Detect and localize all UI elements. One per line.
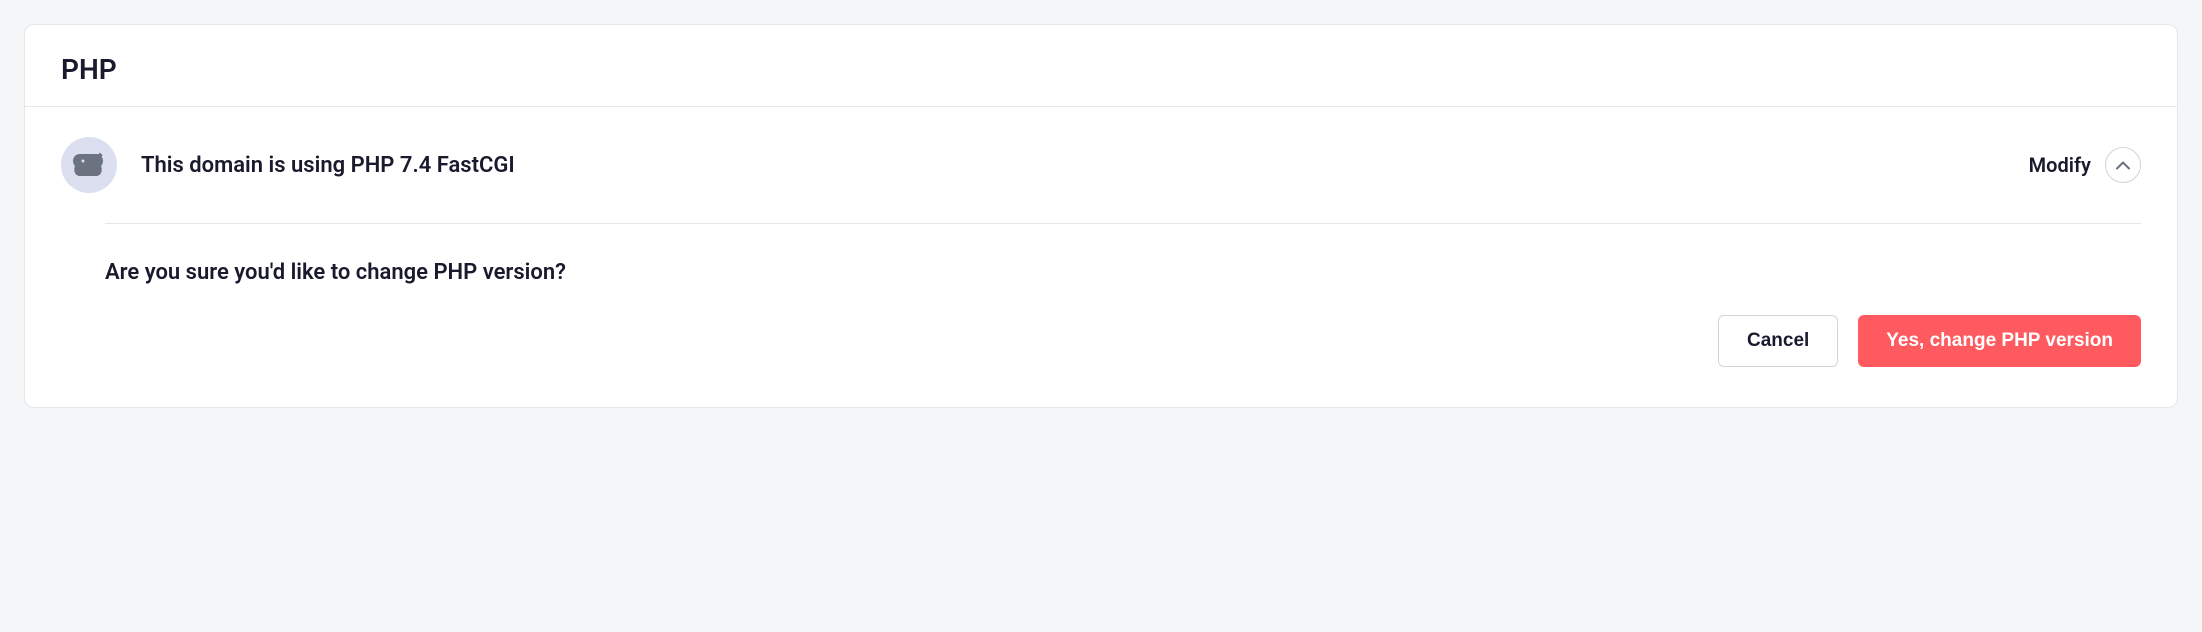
card-header: PHP bbox=[25, 25, 2177, 107]
card-title: PHP bbox=[61, 53, 2141, 86]
modify-label: Modify bbox=[2029, 153, 2091, 177]
php-elephant-icon bbox=[61, 137, 117, 193]
chevron-up-icon[interactable] bbox=[2105, 147, 2141, 183]
confirm-button[interactable]: Yes, change PHP version bbox=[1858, 315, 2141, 367]
cancel-button[interactable]: Cancel bbox=[1718, 315, 1838, 367]
php-settings-card: PHP This domain is using PHP 7.4 FastCGI… bbox=[24, 24, 2178, 408]
php-status-row: This domain is using PHP 7.4 FastCGI Mod… bbox=[25, 107, 2177, 223]
confirm-panel: Are you sure you'd like to change PHP ve… bbox=[105, 223, 2141, 407]
php-status-text: This domain is using PHP 7.4 FastCGI bbox=[141, 153, 2005, 178]
confirm-question: Are you sure you'd like to change PHP ve… bbox=[105, 260, 2141, 285]
button-row: Cancel Yes, change PHP version bbox=[105, 315, 2141, 367]
modify-control[interactable]: Modify bbox=[2029, 147, 2141, 183]
